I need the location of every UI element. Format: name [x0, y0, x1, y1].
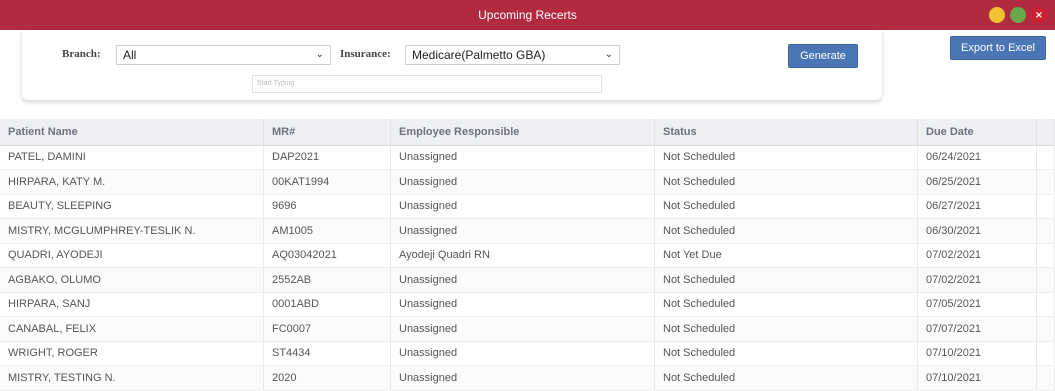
- status-cell: Not Scheduled: [654, 169, 918, 195]
- due-date-cell: 07/07/2021: [917, 316, 1037, 342]
- status-cell: Not Scheduled: [654, 341, 918, 366]
- column-header-employee-responsible[interactable]: Employee Responsible: [390, 119, 655, 146]
- mr-cell: 00KAT1994: [263, 169, 391, 195]
- column-header-due-date[interactable]: Due Date: [917, 119, 1037, 146]
- table-row[interactable]: BEAUTY, SLEEPING 9696 Unassigned Not Schedu…: [0, 194, 1055, 219]
- table-row[interactable]: MISTRY, TESTING N. 2020 Unassigned Not Sche…: [0, 365, 1055, 391]
- generate-button[interactable]: Generate: [788, 44, 858, 68]
- patient-name-cell: WRIGHT, ROGER: [0, 341, 264, 366]
- employee-cell: Unassigned: [390, 365, 655, 391]
- employee-cell: Unassigned: [390, 194, 655, 219]
- maximize-icon[interactable]: [1010, 7, 1026, 23]
- patient-name-cell: PATEL, DAMINI: [0, 145, 264, 170]
- patient-name-cell: MISTRY, MCGLUMPHREY-TESLIK N.: [0, 218, 264, 244]
- employee-cell: Unassigned: [390, 292, 655, 317]
- patient-name-cell: CANABAL, FELIX: [0, 316, 264, 342]
- mr-cell: AM1005: [263, 218, 391, 244]
- status-cell: Not Yet Due: [654, 243, 918, 268]
- row-spacer-cell: [1036, 365, 1055, 391]
- status-cell: Not Scheduled: [654, 316, 918, 342]
- row-spacer-cell: [1036, 169, 1055, 195]
- table-row[interactable]: HIRPARA, SANJ 0001ABD Unassigned Not Schedu…: [0, 292, 1055, 317]
- branch-select[interactable]: All ⌄: [116, 45, 331, 65]
- insurance-select[interactable]: Medicare(Palmetto GBA) ⌄: [405, 45, 620, 65]
- employee-cell: Unassigned: [390, 169, 655, 195]
- column-header-status[interactable]: Status: [654, 119, 918, 146]
- patient-name-cell: QUADRI, AYODEJI: [0, 243, 264, 268]
- row-spacer-cell: [1036, 316, 1055, 342]
- employee-cell: Unassigned: [390, 218, 655, 244]
- patient-name-cell: BEAUTY, SLEEPING: [0, 194, 264, 219]
- table-row[interactable]: HIRPARA, KATY M. 00KAT1994 Unassigned Not S…: [0, 169, 1055, 195]
- recerts-table: Patient Name MR# Employee Responsible St…: [0, 119, 1055, 391]
- table-row[interactable]: WRIGHT, ROGER ST4434 Unassigned Not Schedul…: [0, 341, 1055, 366]
- mr-cell: ST4434: [263, 341, 391, 366]
- patient-name-cell: HIRPARA, SANJ: [0, 292, 264, 317]
- row-spacer-cell: [1036, 243, 1055, 268]
- status-cell: Not Scheduled: [654, 218, 918, 244]
- employee-cell: Ayodeji Quadri RN: [390, 243, 655, 268]
- branch-value: All: [123, 48, 137, 62]
- status-cell: Not Scheduled: [654, 145, 918, 170]
- due-date-cell: 06/24/2021: [917, 145, 1037, 170]
- table-body: PATEL, DAMINI DAP2021 Unassigned Not Schedu…: [0, 145, 1055, 391]
- chevron-down-icon: ⌄: [315, 49, 324, 60]
- window-title: Upcoming Recerts: [478, 8, 577, 22]
- employee-cell: Unassigned: [390, 316, 655, 342]
- row-spacer-cell: [1036, 194, 1055, 219]
- table-row[interactable]: CANABAL, FELIX FC0007 Unassigned Not Schedu…: [0, 316, 1055, 342]
- row-spacer-cell: [1036, 145, 1055, 170]
- table-row[interactable]: AGBAKO, OLUMO 2552AB Unassigned Not Schedul…: [0, 267, 1055, 293]
- due-date-cell: 07/02/2021: [917, 267, 1037, 293]
- employee-cell: Unassigned: [390, 145, 655, 170]
- mr-cell: 2552AB: [263, 267, 391, 293]
- table-row[interactable]: PATEL, DAMINI DAP2021 Unassigned Not Schedu…: [0, 145, 1055, 170]
- row-spacer-cell: [1036, 341, 1055, 366]
- due-date-cell: 07/05/2021: [917, 292, 1037, 317]
- status-cell: Not Scheduled: [654, 365, 918, 391]
- window-titlebar: Upcoming Recerts ×: [0, 0, 1055, 30]
- chevron-down-icon: ⌄: [604, 49, 613, 60]
- due-date-cell: 07/10/2021: [917, 365, 1037, 391]
- close-icon[interactable]: ×: [1031, 7, 1047, 23]
- search-input[interactable]: Start Typing: [252, 75, 602, 93]
- row-spacer-cell: [1036, 292, 1055, 317]
- employee-cell: Unassigned: [390, 341, 655, 366]
- patient-name-cell: AGBAKO, OLUMO: [0, 267, 264, 293]
- insurance-value: Medicare(Palmetto GBA): [412, 48, 546, 62]
- minimize-icon[interactable]: [989, 7, 1005, 23]
- mr-cell: AQ03042021: [263, 243, 391, 268]
- due-date-cell: 07/02/2021: [917, 243, 1037, 268]
- table-header-row: Patient Name MR# Employee Responsible St…: [0, 119, 1055, 146]
- table-row[interactable]: QUADRI, AYODEJI AQ03042021 Ayodeji Quadri …: [0, 243, 1055, 268]
- row-spacer-cell: [1036, 267, 1055, 293]
- status-cell: Not Scheduled: [654, 292, 918, 317]
- employee-cell: Unassigned: [390, 267, 655, 293]
- mr-cell: 0001ABD: [263, 292, 391, 317]
- due-date-cell: 06/30/2021: [917, 218, 1037, 244]
- due-date-cell: 07/10/2021: [917, 341, 1037, 366]
- column-header-mr[interactable]: MR#: [263, 119, 391, 146]
- mr-cell: 2020: [263, 365, 391, 391]
- status-cell: Not Scheduled: [654, 194, 918, 219]
- due-date-cell: 06/25/2021: [917, 169, 1037, 195]
- mr-cell: FC0007: [263, 316, 391, 342]
- status-cell: Not Scheduled: [654, 267, 918, 293]
- column-header-extra: [1036, 119, 1055, 146]
- patient-name-cell: HIRPARA, KATY M.: [0, 169, 264, 195]
- window-controls: ×: [989, 7, 1047, 23]
- patient-name-cell: MISTRY, TESTING N.: [0, 365, 264, 391]
- mr-cell: 9696: [263, 194, 391, 219]
- due-date-cell: 06/27/2021: [917, 194, 1037, 219]
- column-header-patient-name[interactable]: Patient Name: [0, 119, 264, 146]
- row-spacer-cell: [1036, 218, 1055, 244]
- insurance-label: Insurance:: [340, 48, 391, 60]
- filter-panel: Branch: All ⌄ Insurance: Medicare(Palmet…: [22, 30, 882, 100]
- branch-label: Branch:: [62, 48, 101, 60]
- mr-cell: DAP2021: [263, 145, 391, 170]
- table-row[interactable]: MISTRY, MCGLUMPHREY-TESLIK N. AM1005 Unass…: [0, 218, 1055, 244]
- export-to-excel-button[interactable]: Export to Excel: [950, 36, 1046, 60]
